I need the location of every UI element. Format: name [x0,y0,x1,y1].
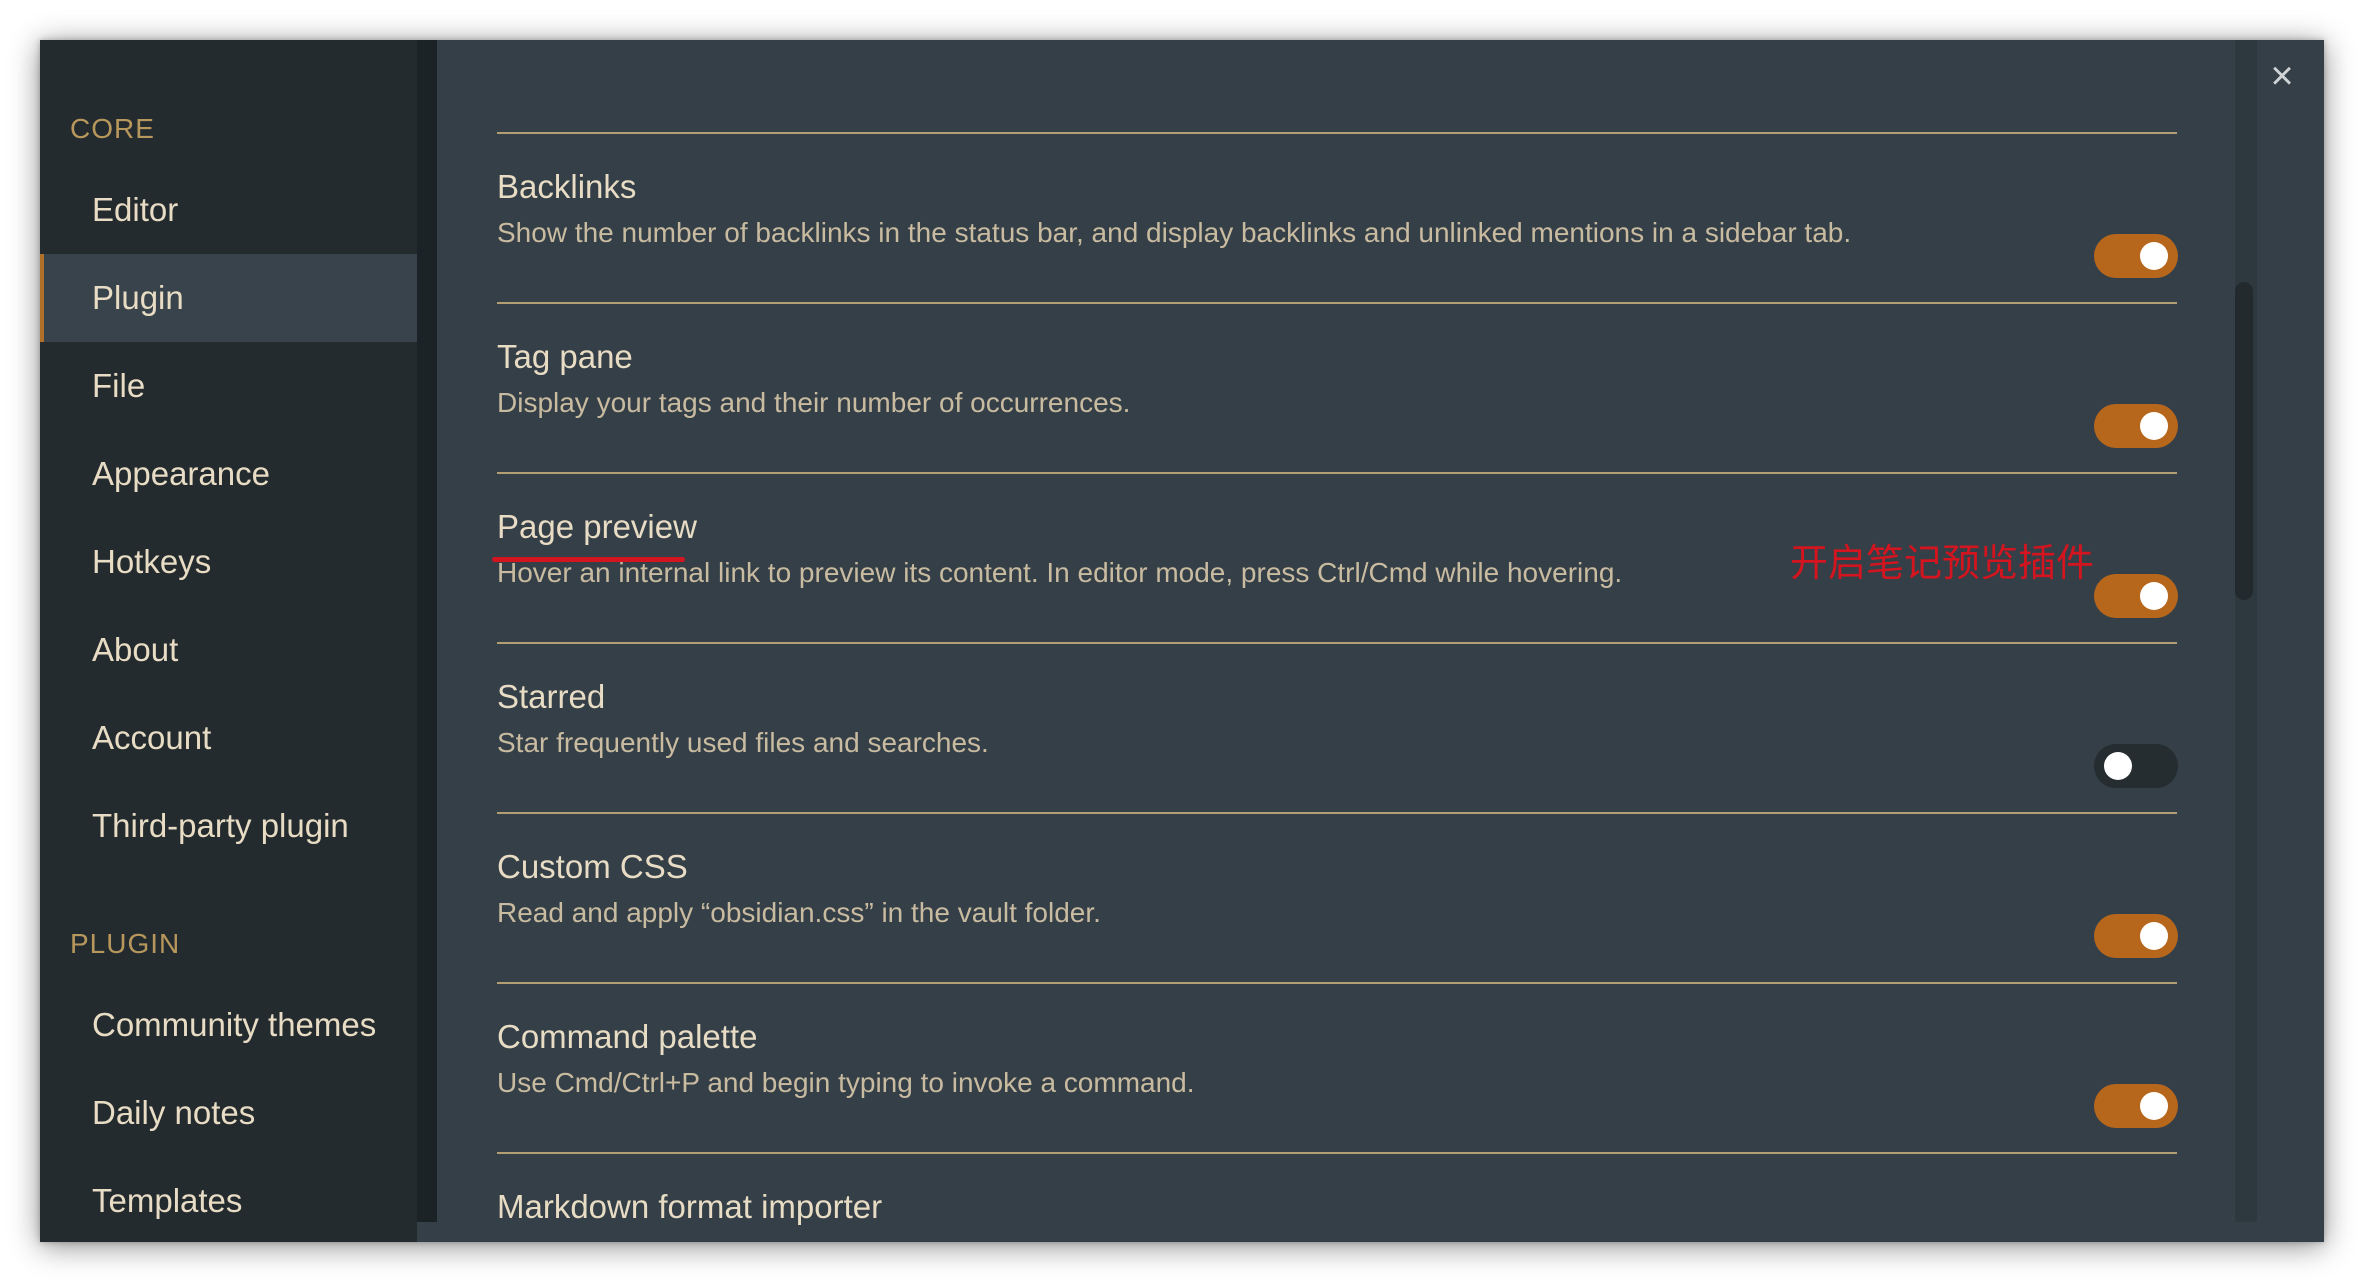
toggle-knob [2140,1092,2168,1120]
plugin-description: Use Cmd/Ctrl+P and begin typing to invok… [497,1067,1195,1098]
plugin-title: Custom CSS [497,848,688,885]
starred-toggle[interactable] [2094,744,2178,788]
sidebar-item-about[interactable]: About [40,606,417,694]
plugin-row-custom-css: Custom CSS Read and apply “obsidian.css”… [437,813,2178,983]
settings-sidebar: CORE Editor Plugin File Appearance Hotke… [40,40,417,1242]
plugin-title: Markdown format importer [497,1188,883,1225]
plugin-description: Star frequently used files and searches. [497,727,989,758]
plugin-row-markdown-format-importer: Markdown format importer [437,1153,2177,1242]
sidebar-item-hotkeys[interactable]: Hotkeys [40,518,417,606]
annotation-text: 开启笔记预览插件 [1790,541,2095,585]
plugin-title: Command palette [497,1018,758,1055]
plugin-title: Starred [497,678,606,715]
sidebar-item-templates[interactable]: Templates [40,1157,417,1242]
sidebar-item-third-party-plugin[interactable]: Third-party plugin [40,782,417,870]
toggle-knob [2140,412,2168,440]
sidebar-item-editor[interactable]: Editor [40,166,417,254]
plugin-row-command-palette: Command palette Use Cmd/Ctrl+P and begin… [437,983,2178,1153]
tag-pane-toggle[interactable] [2094,404,2178,448]
plugin-description: Read and apply “obsidian.css” in the vau… [497,897,1101,928]
plugin-title: Backlinks [497,168,637,205]
close-icon[interactable]: × [2260,54,2304,98]
plugin-row-tag-pane: Tag pane Display your tags and their num… [437,303,2178,473]
toggle-knob [2140,242,2168,270]
settings-modal: CORE Editor Plugin File Appearance Hotke… [40,40,2324,1242]
sidebar-scrollbar[interactable] [417,40,437,1222]
sidebar-item-account[interactable]: Account [40,694,417,782]
toggle-knob [2104,752,2132,780]
sidebar-item-daily-notes[interactable]: Daily notes [40,1069,417,1157]
command-palette-toggle[interactable] [2094,1084,2178,1128]
sidebar-section-core: CORE [70,113,155,144]
plugin-description: Display your tags and their number of oc… [497,387,1131,418]
sidebar-item-community-themes[interactable]: Community themes [40,981,417,1069]
scrollbar-thumb[interactable] [2235,282,2253,600]
plugin-title: Tag pane [497,338,633,375]
backlinks-toggle[interactable] [2094,234,2178,278]
toggle-knob [2140,922,2168,950]
custom-css-toggle[interactable] [2094,914,2178,958]
plugin-row-starred: Starred Star frequently used files and s… [437,643,2178,813]
plugin-description: Hover an internal link to preview its co… [497,557,1623,588]
sidebar-item-file[interactable]: File [40,342,417,430]
plugin-settings-panel: Backlinks Show the number of backlinks i… [437,40,2324,1242]
content-scrollbar[interactable] [2235,40,2257,1222]
page-preview-toggle[interactable] [2094,574,2178,618]
toggle-knob [2140,582,2168,610]
sidebar-item-plugin[interactable]: Plugin [40,254,417,342]
plugin-description: Show the number of backlinks in the stat… [497,217,1852,248]
sidebar-section-plugin: PLUGIN [70,928,181,959]
plugin-row-backlinks: Backlinks Show the number of backlinks i… [437,133,2178,303]
plugin-title: Page preview [497,508,697,545]
sidebar-item-appearance[interactable]: Appearance [40,430,417,518]
